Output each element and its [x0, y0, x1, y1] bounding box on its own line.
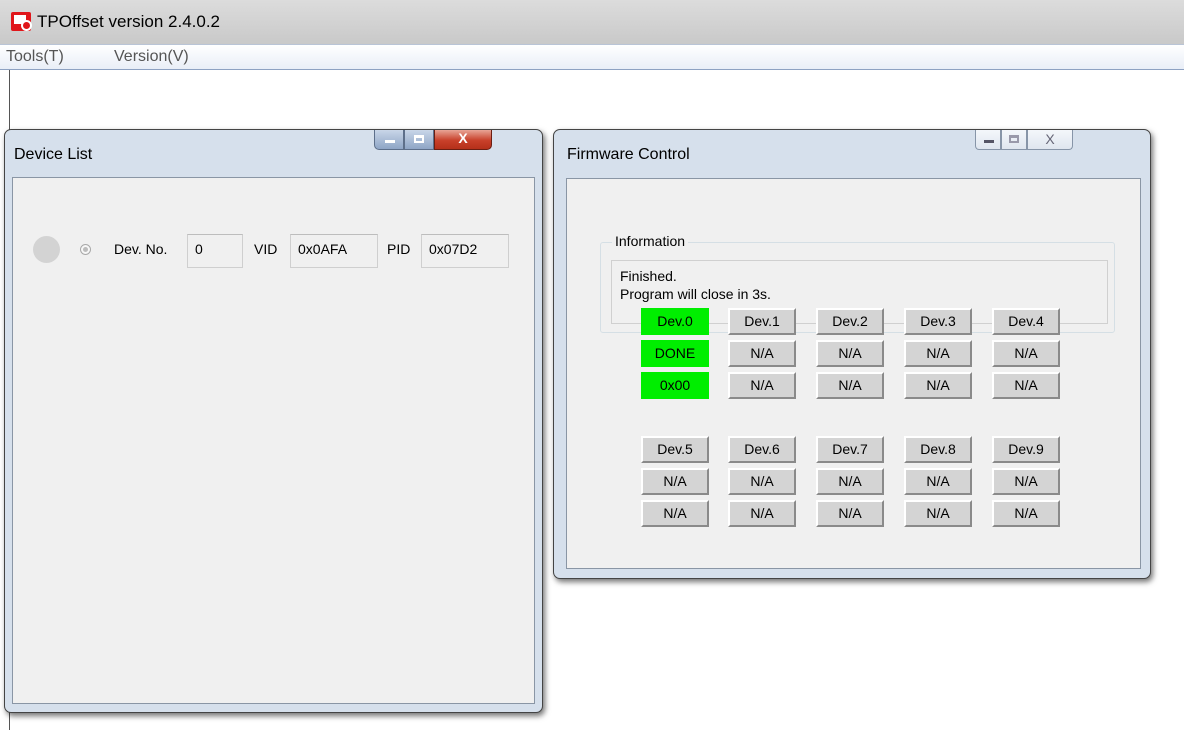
- information-label: Information: [612, 233, 689, 249]
- device-status-indicator: [33, 236, 60, 263]
- dev-7-status: N/A: [816, 468, 884, 495]
- dev-3-code: N/A: [904, 372, 972, 399]
- dev-8-code: N/A: [904, 500, 972, 527]
- dev-3-status: N/A: [904, 340, 972, 367]
- dev-4-name: Dev.4: [992, 308, 1060, 335]
- maximize-button[interactable]: [1001, 130, 1027, 150]
- pid-label: PID: [387, 241, 411, 257]
- dev-6-status: N/A: [728, 468, 796, 495]
- dev-no-field: 0: [187, 234, 243, 268]
- menu-tools[interactable]: Tools(T): [6, 48, 64, 66]
- menu-version[interactable]: Version(V): [114, 48, 189, 66]
- vid-field: 0x0AFA: [290, 234, 378, 268]
- minimize-button[interactable]: [374, 130, 404, 150]
- dev-1-status: N/A: [728, 340, 796, 367]
- dev-5-code: N/A: [641, 500, 709, 527]
- firmware-control-title: Firmware Control: [567, 146, 690, 163]
- device-list-caption-buttons: X: [374, 130, 492, 152]
- dev-5-name: Dev.5: [641, 436, 709, 463]
- device-list-client: Dev. No. 0 VID 0x0AFA PID 0x07D2: [12, 177, 535, 704]
- dev-1-code: N/A: [728, 372, 796, 399]
- dev-7-code: N/A: [816, 500, 884, 527]
- dev-1-name: Dev.1: [728, 308, 796, 335]
- dev-8-name: Dev.8: [904, 436, 972, 463]
- pid-field: 0x07D2: [421, 234, 509, 268]
- dev-0-name: Dev.0: [641, 308, 709, 335]
- firmware-control-client: Information Finished. Program will close…: [566, 178, 1141, 569]
- dev-5-status: N/A: [641, 468, 709, 495]
- device-list-title: Device List: [14, 146, 93, 163]
- dev-9-name: Dev.9: [992, 436, 1060, 463]
- dev-2-code: N/A: [816, 372, 884, 399]
- minimize-button[interactable]: [975, 130, 1001, 150]
- dev-4-status: N/A: [992, 340, 1060, 367]
- information-line-1: Finished.: [620, 268, 677, 284]
- firmware-control-caption-buttons: X: [975, 130, 1073, 152]
- dev-no-label: Dev. No.: [114, 241, 168, 257]
- device-radio-button[interactable]: [80, 244, 91, 255]
- app-icon[interactable]: [11, 12, 32, 31]
- dev-2-name: Dev.2: [816, 308, 884, 335]
- dev-4-code: N/A: [992, 372, 1060, 399]
- close-button[interactable]: X: [434, 130, 492, 150]
- dev-0-code: 0x00: [641, 372, 709, 399]
- dev-0-status: DONE: [641, 340, 709, 367]
- firmware-control-window: Firmware Control X Information Finished.…: [553, 129, 1151, 579]
- dev-9-code: N/A: [992, 500, 1060, 527]
- device-list-window: Device List X Dev. No. 0 VID 0x0AFA PID …: [4, 129, 543, 713]
- dev-3-name: Dev.3: [904, 308, 972, 335]
- vid-label: VID: [254, 241, 278, 257]
- information-line-2: Program will close in 3s.: [620, 286, 771, 302]
- menu-bar: Tools(T) Version(V): [0, 44, 1184, 70]
- app-title: TPOffset version 2.4.0.2: [37, 12, 220, 31]
- maximize-button[interactable]: [404, 130, 434, 150]
- app-title-bar[interactable]: TPOffset version 2.4.0.2: [0, 0, 1184, 44]
- dev-9-status: N/A: [992, 468, 1060, 495]
- dev-7-name: Dev.7: [816, 436, 884, 463]
- dev-6-code: N/A: [728, 500, 796, 527]
- dev-6-name: Dev.6: [728, 436, 796, 463]
- dev-2-status: N/A: [816, 340, 884, 367]
- dev-8-status: N/A: [904, 468, 972, 495]
- close-button[interactable]: X: [1027, 130, 1073, 150]
